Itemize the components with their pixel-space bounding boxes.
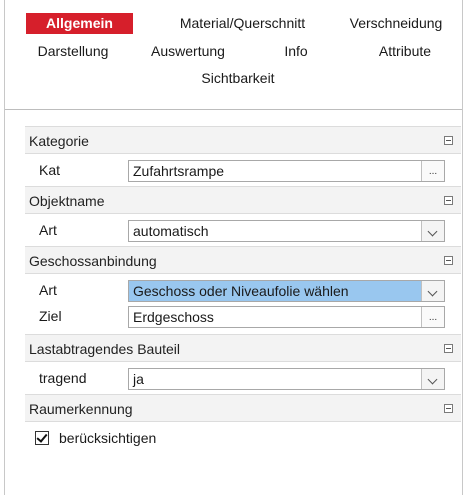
group-title: Geschossanbindung — [29, 253, 157, 269]
objektname-art-value: automatisch — [133, 223, 209, 239]
row-kat: Kat Zufahrtsrampe ... — [25, 154, 461, 186]
row-beruecksichtigen: berücksichtigen — [25, 422, 461, 454]
group-lastabtragendes-bauteil[interactable]: Lastabtragendes Bauteil — [25, 334, 461, 362]
row-geschoss-ziel: Ziel Erdgeschoss ... — [25, 304, 461, 334]
kat-field[interactable]: Zufahrtsrampe ... — [128, 160, 445, 182]
geschoss-ziel-value: Erdgeschoss — [133, 309, 214, 325]
group-title: Objektname — [29, 193, 105, 209]
kat-value: Zufahrtsrampe — [133, 163, 225, 179]
tab-info[interactable]: Info — [271, 41, 321, 62]
tab-bar: Allgemein Material/Querschnitt Verschnei… — [5, 0, 462, 110]
chevron-down-icon — [427, 374, 438, 385]
dropdown-button[interactable] — [421, 281, 444, 301]
tab-attribute[interactable]: Attribute — [365, 41, 445, 62]
geschoss-ziel-label: Ziel — [39, 308, 62, 324]
geschoss-art-label: Art — [39, 282, 57, 298]
tab-darstellung[interactable]: Darstellung — [23, 41, 123, 62]
group-title: Lastabtragendes Bauteil — [29, 341, 180, 357]
row-tragend: tragend ja — [25, 362, 461, 394]
group-title: Kategorie — [29, 133, 89, 149]
row-geschoss-art: Art Geschoss oder Niveaufolie wählen — [25, 274, 461, 304]
ziel-browse-button[interactable]: ... — [421, 307, 444, 327]
kat-label: Kat — [39, 162, 61, 178]
objektname-art-dropdown[interactable]: automatisch — [128, 220, 445, 242]
tab-divider — [5, 109, 462, 110]
property-panel: Kategorie Kat Zufahrtsrampe ... Objektna… — [25, 126, 461, 454]
tragend-dropdown[interactable]: ja — [128, 368, 445, 390]
dropdown-button[interactable] — [421, 369, 444, 389]
group-objektname[interactable]: Objektname — [25, 186, 461, 214]
beruecksichtigen-label[interactable]: berücksichtigen — [59, 430, 156, 446]
geschoss-art-value: Geschoss oder Niveaufolie wählen — [133, 283, 349, 299]
collapse-icon[interactable] — [444, 344, 453, 353]
objektname-art-label: Art — [39, 222, 57, 238]
group-geschossanbindung[interactable]: Geschossanbindung — [25, 246, 461, 274]
tragend-label: tragend — [39, 370, 87, 386]
tab-verschneidung[interactable]: Verschneidung — [340, 13, 452, 34]
tab-sichtbarkeit[interactable]: Sichtbarkeit — [188, 68, 288, 89]
chevron-down-icon — [427, 226, 438, 237]
geschoss-ziel-field[interactable]: Erdgeschoss ... — [128, 306, 445, 328]
collapse-icon[interactable] — [444, 196, 453, 205]
dropdown-button[interactable] — [421, 221, 444, 241]
tab-material-querschnitt[interactable]: Material/Querschnitt — [165, 13, 320, 34]
row-objektname-art: Art automatisch — [25, 214, 461, 246]
group-raumerkennung[interactable]: Raumerkennung — [25, 394, 461, 422]
group-kategorie[interactable]: Kategorie — [25, 126, 461, 154]
beruecksichtigen-checkbox[interactable] — [35, 431, 49, 445]
tab-auswertung[interactable]: Auswertung — [138, 41, 238, 62]
collapse-icon[interactable] — [444, 404, 453, 413]
group-title: Raumerkennung — [29, 401, 133, 417]
chevron-down-icon — [427, 286, 438, 297]
collapse-icon[interactable] — [444, 136, 453, 145]
tab-allgemein[interactable]: Allgemein — [26, 13, 133, 34]
geschoss-art-dropdown[interactable]: Geschoss oder Niveaufolie wählen — [128, 280, 445, 302]
kat-browse-button[interactable]: ... — [421, 161, 444, 181]
tragend-value: ja — [133, 371, 144, 387]
collapse-icon[interactable] — [444, 256, 453, 265]
